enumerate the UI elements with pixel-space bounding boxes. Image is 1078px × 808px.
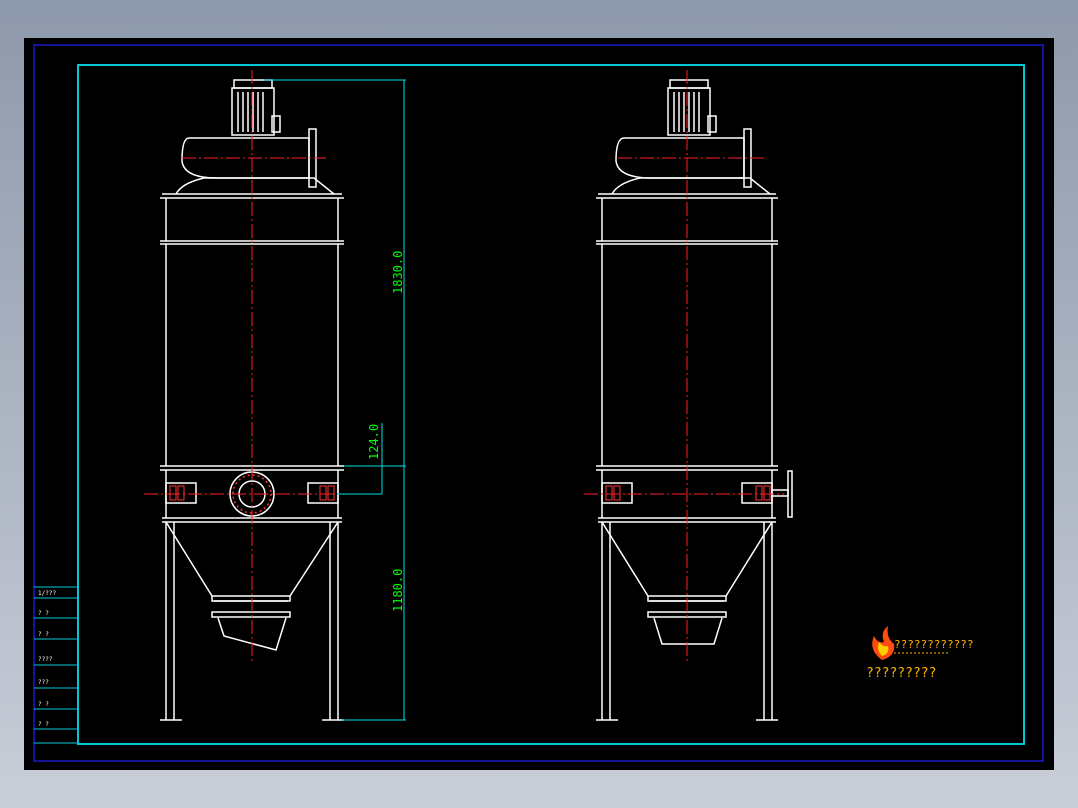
side-table-row: ? ? bbox=[38, 610, 49, 617]
side-table-row: ? ? bbox=[38, 701, 49, 708]
drawing-canvas: 1/??? ? ? ? ? ???? ??? ? ? ? ? 1830.0 12… bbox=[33, 44, 1044, 762]
side-table-row: ???? bbox=[38, 656, 53, 663]
front-center-lines bbox=[144, 70, 360, 663]
dimension-lower-height: 1180.0 bbox=[391, 569, 405, 612]
front-dimension-lines bbox=[264, 79, 406, 721]
dimension-upper-height: 1830.0 bbox=[391, 251, 405, 294]
logo-line-2: ????????? bbox=[866, 666, 936, 681]
flame-logo-icon bbox=[872, 626, 895, 660]
side-table-row: ??? bbox=[38, 679, 49, 686]
side-table-row: ? ? bbox=[38, 721, 49, 728]
drawing-frame bbox=[77, 64, 1025, 745]
side-fan-housing bbox=[611, 128, 771, 195]
side-inlet-flange bbox=[787, 470, 793, 518]
cad-drawing-viewport[interactable]: 1/??? ? ? ? ? ???? ??? ? ? ? ? 1830.0 12… bbox=[24, 38, 1054, 770]
motor bbox=[231, 79, 281, 136]
side-table-row: 1/??? bbox=[38, 590, 56, 597]
company-logo: ???????????? ????????? bbox=[866, 626, 973, 681]
side-table-row: ? ? bbox=[38, 631, 49, 638]
side-view[interactable] bbox=[596, 79, 793, 721]
dimension-middle-height: 124.0 bbox=[367, 424, 381, 460]
logo-line-1: ???????????? bbox=[894, 638, 973, 651]
side-table: 1/??? ? ? ? ? ???? ??? ? ? ? ? bbox=[34, 586, 78, 744]
side-door-hidden-lines bbox=[605, 485, 771, 501]
side-center-lines bbox=[584, 70, 784, 663]
fan-housing bbox=[175, 128, 335, 195]
side-motor bbox=[667, 79, 717, 136]
side-inlet-pipe bbox=[771, 489, 789, 497]
